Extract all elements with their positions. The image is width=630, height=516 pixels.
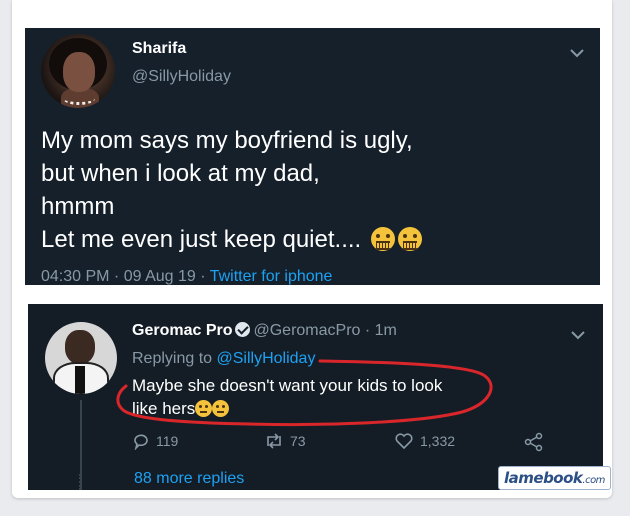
retweet-count: 73 [290, 433, 306, 449]
tweet-original: Sharifa @SillyHoliday My mom says my boy… [25, 28, 600, 285]
thinking-face-icon [195, 400, 213, 417]
tweet-text: My mom says my boyfriend is ugly, but wh… [41, 124, 581, 256]
like-button[interactable]: 1,332 [394, 432, 455, 450]
replying-to: Replying to @SillyHoliday [132, 350, 315, 368]
author-handle[interactable]: @SillyHoliday [132, 68, 231, 86]
more-replies-link[interactable]: 88 more replies [134, 470, 244, 488]
tweet-source-link[interactable]: Twitter for iphone [210, 268, 333, 285]
watermark-brand: lamebook [504, 469, 583, 487]
author-handle[interactable]: @GeromacPro [253, 322, 360, 339]
retweet-icon [267, 433, 281, 449]
reply-button[interactable]: 119 [132, 432, 178, 450]
heart-icon [395, 433, 413, 450]
reply-count: 119 [156, 433, 179, 449]
avatar[interactable] [45, 322, 117, 394]
tweet-date: 09 Aug 19 [123, 268, 196, 285]
tweet-reply: Geromac Pro @GeromacPro · 1m Replying to … [28, 304, 603, 490]
tweet-meta: 04:30 PM · 09 Aug 19 · Twitter for iphon… [41, 268, 333, 285]
zipper-mouth-face-icon [370, 227, 395, 251]
tweet-line: Let me even just keep quiet.... [41, 226, 362, 253]
tweet-line: My mom says my boyfriend is ugly, [41, 127, 413, 154]
tweet-line: but when i look at my dad, [41, 160, 320, 187]
reply-line: like hers [132, 399, 196, 418]
reply-line-with-emoji: like hers [132, 397, 492, 420]
verified-icon [235, 322, 251, 337]
reply-header: Geromac Pro @GeromacPro · 1m [132, 322, 397, 339]
tweet-line: hmmm [41, 193, 115, 220]
tweet-time: 04:30 PM [41, 268, 110, 285]
share-icon [524, 432, 543, 452]
thread-dots [79, 474, 85, 490]
tweet-line-with-emoji: Let me even just keep quiet.... [41, 223, 581, 256]
smirking-face-icon [212, 400, 230, 417]
chevron-down-icon[interactable] [570, 48, 584, 58]
author-name[interactable]: Sharifa [132, 40, 186, 58]
reply-text: Maybe she doesn't want your kids to look… [132, 374, 492, 420]
watermark-tld: .com [582, 475, 605, 486]
watermark-logo: lamebook.com [498, 466, 611, 490]
author-name[interactable]: Geromac Pro [132, 322, 232, 339]
retweet-button[interactable]: 73 [264, 432, 306, 450]
replying-label: Replying to [132, 350, 213, 367]
tweet-time-ago[interactable]: 1m [375, 322, 397, 339]
share-button[interactable] [524, 432, 544, 452]
avatar[interactable] [41, 34, 115, 108]
chevron-down-icon[interactable] [571, 330, 585, 340]
replying-to-link[interactable]: @SillyHoliday [217, 350, 316, 367]
like-count: 1,332 [420, 433, 456, 449]
zipper-mouth-face-icon [397, 227, 422, 251]
tweet-actions: 119 73 1,332 [132, 432, 552, 454]
reply-icon [134, 434, 148, 450]
reply-line: Maybe she doesn't want your kids to look [132, 376, 443, 395]
